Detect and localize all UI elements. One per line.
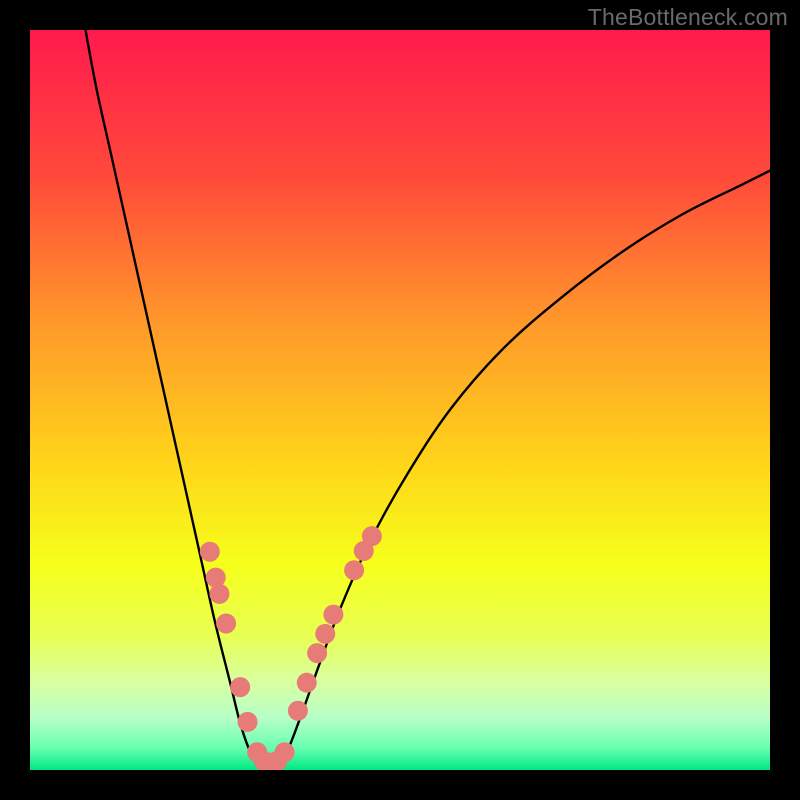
marker-dot — [344, 560, 364, 580]
marker-dot — [288, 701, 308, 721]
marker-dot — [238, 712, 258, 732]
marker-dot — [297, 673, 317, 693]
marker-dot — [209, 584, 229, 604]
bottleneck-curve — [86, 30, 771, 768]
marker-dot — [230, 677, 250, 697]
chart-frame: TheBottleneck.com — [0, 0, 800, 800]
highlighted-points — [200, 526, 382, 770]
marker-dot — [315, 624, 335, 644]
marker-dot — [200, 542, 220, 562]
marker-dot — [275, 742, 295, 762]
marker-dot — [323, 605, 343, 625]
marker-dot — [307, 643, 327, 663]
curve-layer — [30, 30, 770, 770]
marker-dot — [216, 613, 236, 633]
plot-area — [30, 30, 770, 770]
watermark-text: TheBottleneck.com — [588, 4, 788, 31]
marker-dot — [362, 526, 382, 546]
